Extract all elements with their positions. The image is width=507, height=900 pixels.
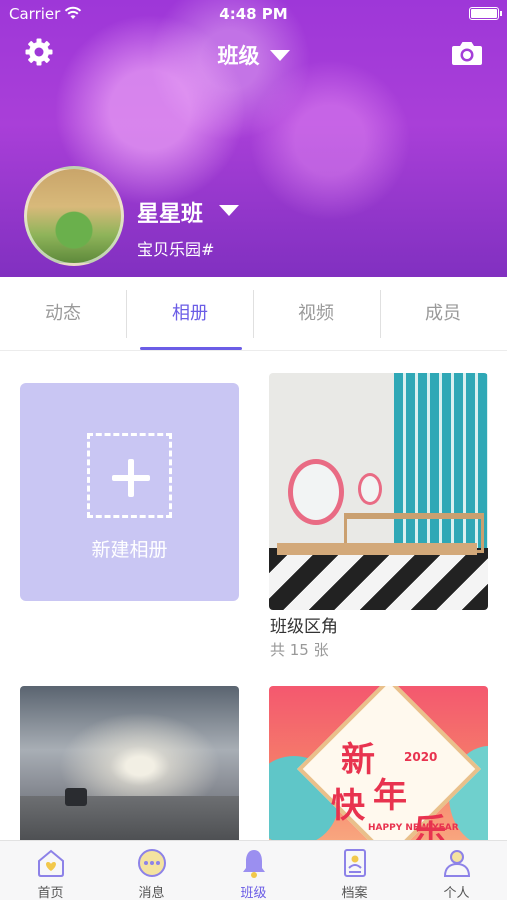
album-count: 共 15 张 <box>270 641 329 659</box>
bottom-tab-bar: 首页 消息 班级 档案 个人 <box>0 840 507 900</box>
chevron-down-icon[interactable] <box>219 205 239 216</box>
album-grid: 新建相册 班级区角 共 15 张 新 快 年 乐 2020 HAPPY NEW … <box>0 352 507 846</box>
tab-divider <box>380 290 381 338</box>
bell-icon <box>243 850 265 878</box>
class-album-screen: Carrier 4:48 PM 班级 星星班 宝贝乐园# 动态 相册 视频 成员… <box>0 0 507 900</box>
plus-icon <box>128 459 134 497</box>
cover-floor <box>269 548 488 610</box>
school-name: 宝贝乐园# <box>137 240 215 259</box>
cover-car <box>65 788 87 806</box>
tab-video[interactable]: 视频 <box>253 277 379 351</box>
chevron-down-icon <box>269 49 290 61</box>
cover-year: 2020 <box>404 750 438 764</box>
active-tab-indicator <box>140 347 242 350</box>
home-icon <box>38 849 64 877</box>
cover-bench <box>277 543 477 555</box>
class-avatar[interactable] <box>24 166 124 266</box>
tabbar-label: 消息 <box>138 886 165 900</box>
tab-divider <box>253 290 254 338</box>
cover-mirror <box>288 459 344 525</box>
tabbar-label: 首页 <box>37 886 64 900</box>
tab-members[interactable]: 成员 <box>380 277 506 351</box>
cover-char: 新 <box>341 740 375 780</box>
cover-subtitle: HAPPY NEW YEAR <box>368 823 459 833</box>
album-cover-sky[interactable] <box>20 686 239 846</box>
tab-album[interactable]: 相册 <box>127 277 253 351</box>
tabbar-item-home[interactable]: 首页 <box>0 841 101 900</box>
tabbar-item-profile[interactable]: 个人 <box>406 841 507 900</box>
cover-char: 快 <box>331 786 365 826</box>
person-icon <box>443 850 471 877</box>
status-bar: Carrier 4:48 PM <box>0 0 507 28</box>
class-header: Carrier 4:48 PM 班级 星星班 宝贝乐园# <box>0 0 507 277</box>
class-switcher[interactable]: 班级 <box>0 40 507 70</box>
cover-char: 年 <box>373 776 407 816</box>
album-title[interactable]: 班级区角 <box>270 612 338 637</box>
message-icon <box>138 849 166 877</box>
tabbar-item-messages[interactable]: 消息 <box>101 841 202 900</box>
page-title: 班级 <box>217 44 260 68</box>
tabbar-label: 班级 <box>240 886 267 900</box>
tab-feed[interactable]: 动态 <box>0 277 126 351</box>
add-frame-icon <box>87 433 172 518</box>
class-name[interactable]: 星星班 <box>137 196 203 228</box>
cover-mirror <box>358 473 382 505</box>
tab-divider <box>126 290 127 338</box>
tabbar-label: 档案 <box>341 886 368 900</box>
camera-icon[interactable] <box>451 40 483 66</box>
tabbar-label: 个人 <box>443 886 470 900</box>
clock: 4:48 PM <box>219 5 288 23</box>
archive-icon <box>344 849 366 877</box>
battery-icon <box>469 7 502 20</box>
album-cover-corner[interactable] <box>269 373 488 610</box>
tabbar-item-class[interactable]: 班级 <box>203 841 304 900</box>
tabbar-item-archive[interactable]: 档案 <box>304 841 405 900</box>
cover-road <box>20 796 239 846</box>
new-album-label: 新建相册 <box>91 539 168 561</box>
album-cover-new-year[interactable]: 新 快 年 乐 2020 HAPPY NEW YEAR <box>269 686 488 846</box>
new-album-button[interactable]: 新建相册 <box>20 383 239 601</box>
